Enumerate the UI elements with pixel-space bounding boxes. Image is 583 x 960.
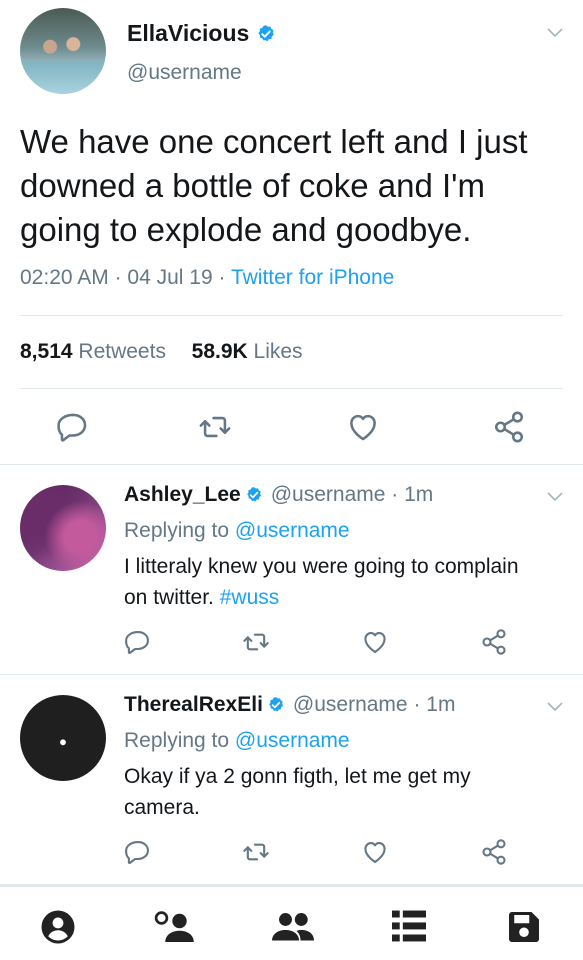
heart-icon[interactable] [346, 410, 380, 444]
tweet-stats: 8,514 Retweets 58.9K Likes [20, 340, 303, 364]
follow-icon[interactable] [152, 909, 198, 945]
avatar[interactable] [20, 485, 106, 571]
mention-link[interactable]: @username [235, 519, 350, 542]
profile-icon[interactable] [40, 909, 76, 945]
reply-tweet[interactable]: TherealRexEli @username · 1m Replying to… [0, 675, 583, 883]
reply-body: I litteraly knew you were going to compl… [124, 555, 519, 609]
tweet-client[interactable]: Twitter for iPhone [231, 266, 394, 289]
display-name[interactable]: EllaVicious [127, 20, 249, 47]
verified-badge-icon [267, 696, 285, 714]
reply-author-row: Ashley_Lee @username · 1m [124, 483, 433, 507]
heart-icon[interactable] [361, 628, 389, 656]
divider [20, 315, 563, 316]
save-icon[interactable] [506, 909, 542, 945]
handle-time: @username · 1m [292, 693, 456, 716]
handle-time: @username · 1m [270, 483, 434, 506]
reply-tweet[interactable]: Ashley_Lee @username · 1m Replying to @u… [0, 465, 583, 673]
chevron-down-icon[interactable] [547, 492, 563, 502]
tweet-meta: 02:20 AM · 04 Jul 19 · Twitter for iPhon… [20, 266, 394, 290]
heart-icon[interactable] [361, 838, 389, 866]
replying-prefix: Replying to [124, 519, 230, 542]
reply-author-row: TherealRexEli @username · 1m [124, 693, 455, 717]
reply-icon[interactable] [124, 838, 152, 866]
meta-separator: · [114, 266, 128, 289]
list-icon[interactable] [390, 909, 428, 943]
tweet-time: 02:20 AM [20, 266, 109, 289]
retweets-label: Retweets [78, 340, 166, 363]
verified-badge-icon [256, 24, 276, 44]
reply-icon[interactable] [56, 410, 90, 444]
share-icon[interactable] [480, 628, 508, 656]
share-icon[interactable] [492, 410, 526, 444]
author-row: EllaVicious [127, 20, 276, 47]
divider [20, 388, 563, 389]
retweet-icon[interactable] [242, 838, 270, 866]
avatar[interactable] [20, 695, 106, 781]
avatar[interactable] [20, 8, 106, 94]
reply-text: I litteraly knew you were going to compl… [124, 551, 544, 613]
display-name[interactable]: TherealRexEli [124, 693, 263, 717]
bottom-nav-bar [0, 884, 583, 960]
reply-text: Okay if ya 2 gonn figth, let me get my c… [124, 765, 471, 819]
likes-label: Likes [253, 340, 303, 363]
tweet-text: We have one concert left and I just down… [20, 123, 528, 248]
replying-to: Replying to @username [124, 519, 350, 543]
people-icon[interactable] [270, 909, 316, 945]
main-tweet: EllaVicious @username We have one concer… [0, 0, 583, 464]
likes-stat[interactable]: 58.9K Likes [192, 340, 303, 363]
replying-prefix: Replying to [124, 729, 230, 752]
meta-separator: · [218, 266, 231, 289]
replying-to: Replying to @username [124, 729, 350, 753]
retweets-count: 8,514 [20, 340, 73, 363]
retweets-stat[interactable]: 8,514 Retweets [20, 340, 166, 363]
tweet-date: 04 Jul 19 [127, 266, 213, 289]
chevron-down-icon[interactable] [547, 702, 563, 712]
reply-icon[interactable] [124, 628, 152, 656]
display-name[interactable]: Ashley_Lee [124, 483, 241, 507]
retweet-icon[interactable] [198, 410, 232, 444]
chevron-down-icon[interactable] [547, 28, 563, 38]
mention-link[interactable]: @username [235, 729, 350, 752]
user-handle[interactable]: @username [127, 61, 242, 85]
likes-count: 58.9K [191, 340, 248, 363]
retweet-icon[interactable] [242, 628, 270, 656]
verified-badge-icon [245, 486, 263, 504]
share-icon[interactable] [480, 838, 508, 866]
hashtag-link[interactable]: #wuss [220, 586, 280, 609]
